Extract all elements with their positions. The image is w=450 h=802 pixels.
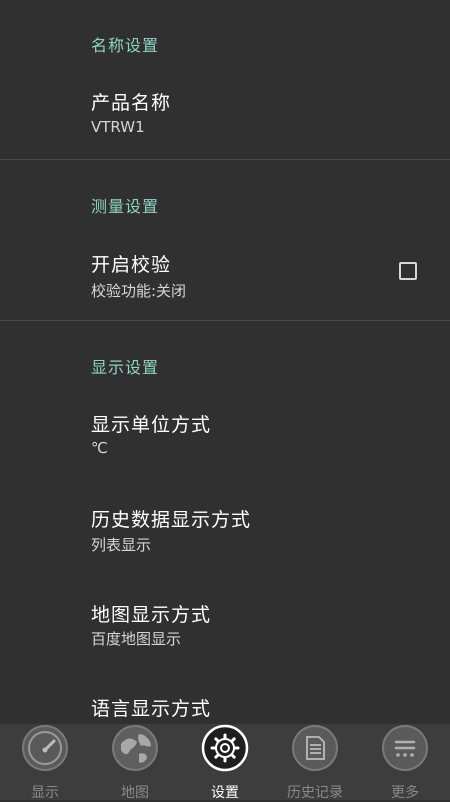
nav-item-more[interactable]: 更多 (360, 724, 450, 801)
nav-item-map[interactable]: 地图 (90, 724, 180, 801)
gear-icon (201, 724, 249, 772)
section-header-measure: 测量设置 (91, 197, 160, 216)
nav-item-history[interactable]: 历史记录 (270, 724, 360, 801)
map-display-title: 地图显示方式 (91, 604, 212, 626)
section-header-display: 显示设置 (91, 358, 160, 377)
document-icon (291, 724, 339, 772)
language-display-title: 语言显示方式 (91, 698, 212, 720)
language-display-item[interactable]: 语言显示方式 (0, 680, 450, 724)
calibration-checkbox[interactable] (399, 262, 417, 280)
nav-label-history: 历史记录 (287, 785, 343, 801)
divider (0, 320, 450, 321)
calibration-item[interactable]: 开启校验 校验功能:关闭 (0, 234, 450, 320)
history-display-item[interactable]: 历史数据显示方式 列表显示 (0, 490, 450, 572)
more-icon (381, 724, 429, 772)
divider (0, 159, 450, 160)
history-display-value: 列表显示 (91, 536, 152, 554)
map-display-item[interactable]: 地图显示方式 百度地图显示 (0, 585, 450, 667)
nav-item-settings[interactable]: 设置 (180, 724, 270, 801)
product-name-item[interactable]: 产品名称 VTRW1 (0, 72, 450, 158)
display-unit-title: 显示单位方式 (91, 414, 212, 436)
gauge-icon (21, 724, 69, 772)
nav-label-settings: 设置 (211, 785, 239, 801)
settings-list: 名称设置 产品名称 VTRW1 测量设置 开启校验 校验功能:关闭 显示设置 显… (0, 0, 450, 724)
calibration-title: 开启校验 (91, 254, 172, 276)
bottom-navbar: 显示 地图 设置 历史记录 更多 (0, 724, 450, 801)
history-display-title: 历史数据显示方式 (91, 509, 252, 531)
calibration-value: 校验功能:关闭 (91, 282, 187, 300)
nav-label-map: 地图 (121, 785, 149, 801)
section-header-name: 名称设置 (91, 36, 160, 55)
display-unit-value: ℃ (91, 439, 108, 457)
globe-icon (111, 724, 159, 772)
nav-label-more: 更多 (391, 785, 419, 801)
map-display-value: 百度地图显示 (91, 630, 182, 648)
nav-label-display: 显示 (31, 785, 59, 801)
nav-item-display[interactable]: 显示 (0, 724, 90, 801)
product-name-value: VTRW1 (91, 118, 145, 136)
product-name-title: 产品名称 (91, 92, 172, 114)
display-unit-item[interactable]: 显示单位方式 ℃ (0, 396, 450, 478)
